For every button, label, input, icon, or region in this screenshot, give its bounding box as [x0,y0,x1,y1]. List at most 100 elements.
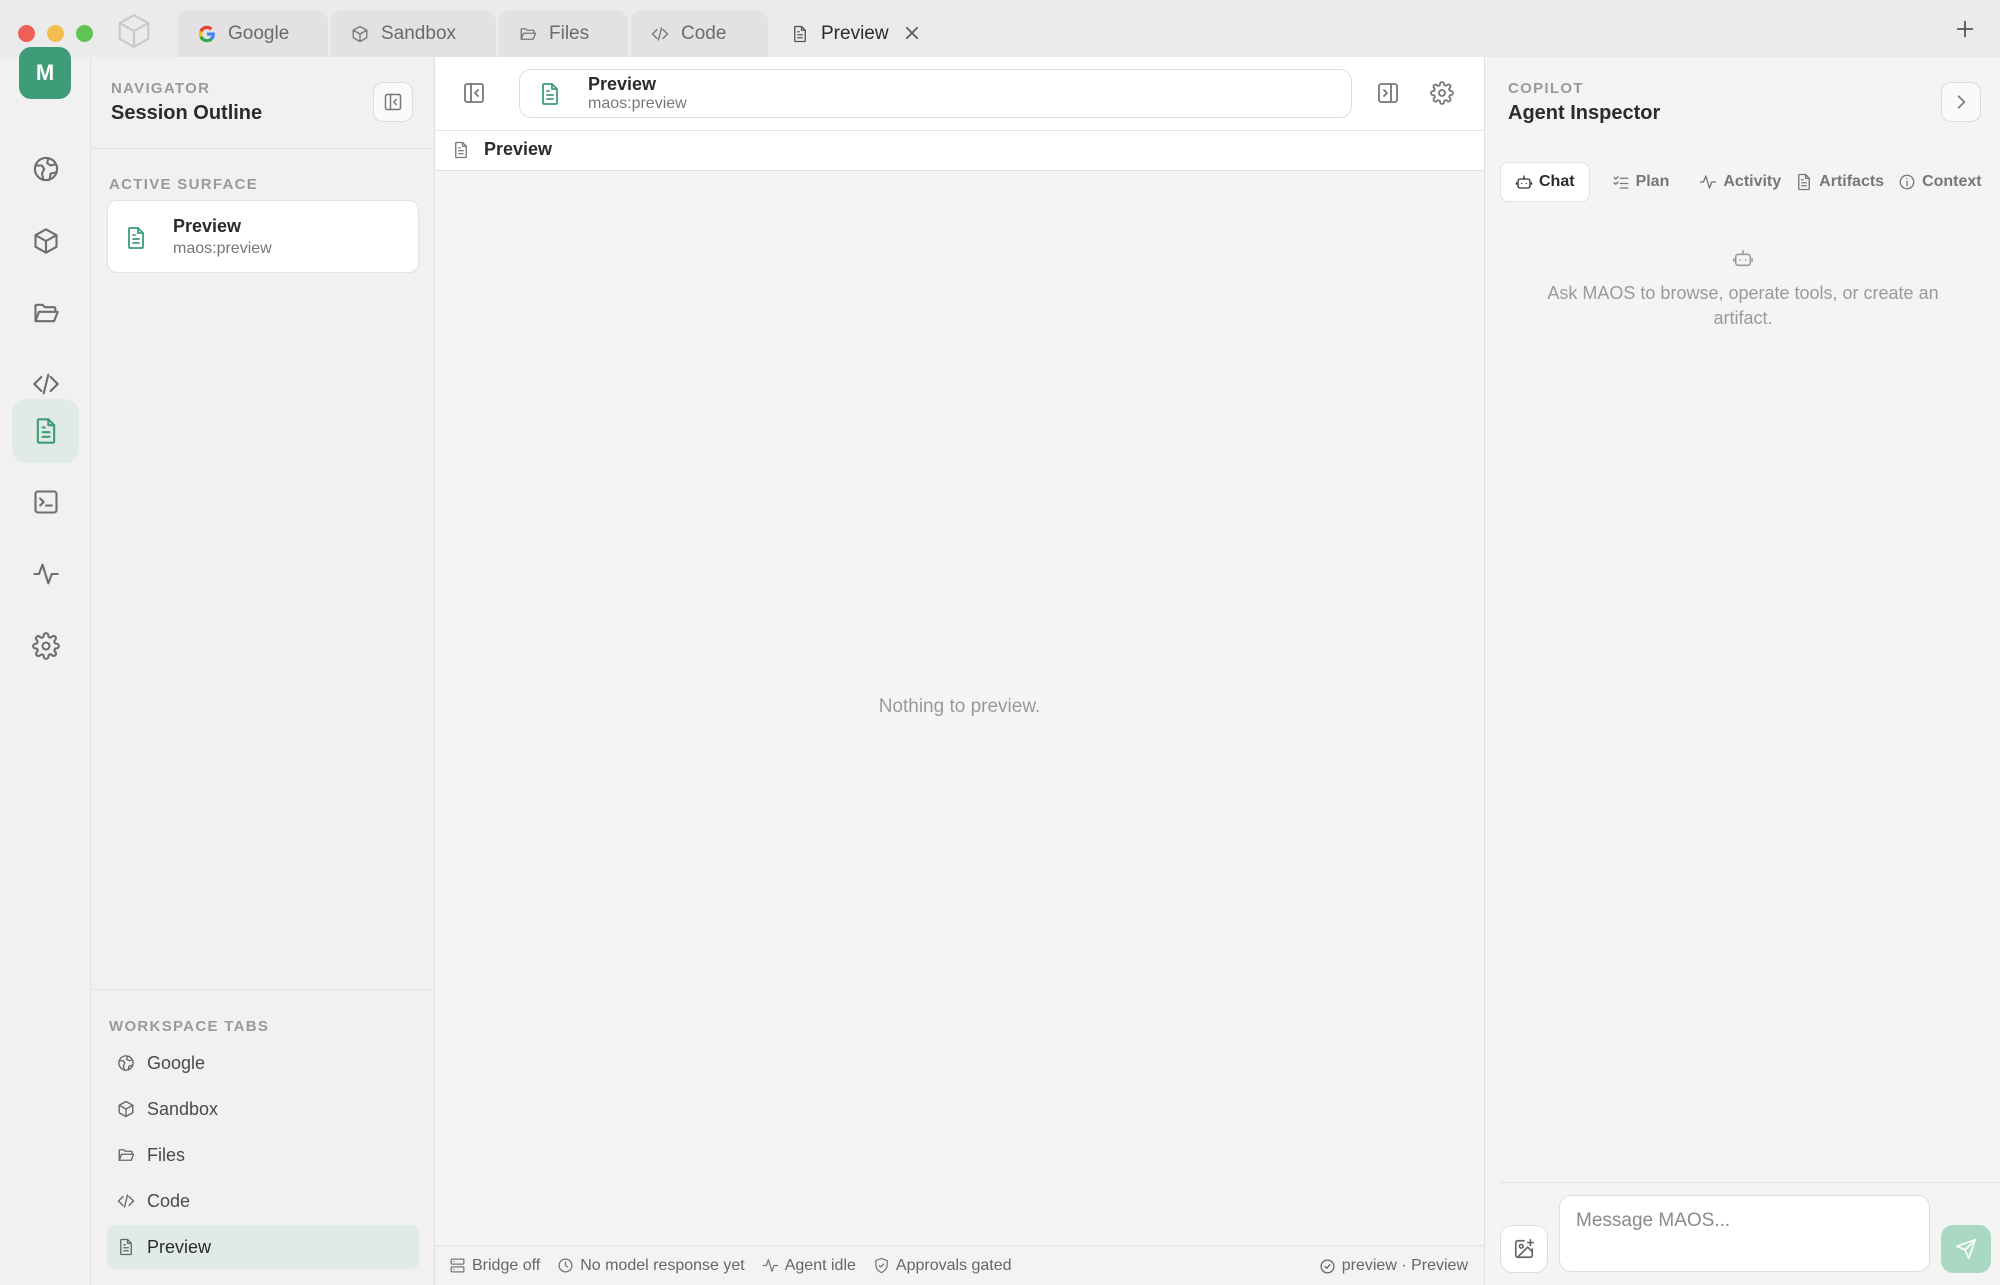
workspace-tab-label: Code [147,1190,191,1211]
close-tab-icon[interactable] [903,24,921,42]
document-icon [124,226,148,250]
tab-chat[interactable]: Chat [1500,162,1590,202]
workspace-tab-label: Sandbox [147,1098,219,1119]
window-minimize-button[interactable] [47,25,64,42]
address-url: maos:preview [588,95,687,112]
tab-artifacts[interactable]: Artifacts [1789,162,1890,202]
preview-subbar-label: Preview [484,139,553,159]
tab-files[interactable]: Files [499,10,628,57]
collapse-navigator-button[interactable] [373,82,413,122]
tab-sandbox[interactable]: Sandbox [331,10,496,57]
panel-left-icon [462,81,486,105]
tab-label: Files [549,22,590,44]
tab-label: Sandbox [381,22,457,44]
navigator-eyebrow: NAVIGATOR [111,80,211,97]
cube-icon [32,227,60,255]
activity-icon [32,560,60,588]
status-agent-label: Agent idle [784,1256,856,1274]
info-icon [1898,173,1916,191]
activity-icon [1699,173,1717,191]
document-icon [117,1238,135,1256]
workspace-tab-google[interactable]: Google [107,1041,419,1085]
server-icon [449,1257,466,1274]
window-close-button[interactable] [18,25,35,42]
navigator-title: Session Outline [111,102,263,124]
toggle-right-panel-button[interactable] [1376,81,1400,105]
title-bar: Google Sandbox Files Code Preview [0,0,2000,57]
attach-image-button[interactable] [1500,1225,1548,1273]
active-surface-title: Preview [173,216,242,236]
code-icon [32,370,60,398]
active-surface-card[interactable]: Preview maos:preview [107,200,419,273]
toggle-left-panel-button[interactable] [462,81,486,105]
status-model-label: No model response yet [580,1256,745,1274]
rail-settings-button[interactable] [12,614,79,678]
navigator-panel: NAVIGATOR Session Outline ACTIVE SURFACE… [91,57,435,1285]
document-icon [791,25,809,43]
gear-icon [31,632,60,660]
message-input[interactable] [1559,1195,1930,1272]
tab-label: Activity [1723,173,1782,190]
globe-icon [117,1054,135,1072]
tab-preview[interactable]: Preview [771,10,921,57]
check-circle-icon [1319,1258,1336,1275]
app-logo-cube-icon [115,12,153,50]
tab-label: Plan [1635,173,1670,190]
code-icon [117,1192,135,1210]
document-icon [538,82,562,106]
bot-icon [1732,247,1754,269]
surface-settings-button[interactable] [1430,81,1454,105]
workspace-tab-label: Preview [147,1236,212,1257]
image-plus-icon [1513,1238,1535,1260]
tab-plan[interactable]: Plan [1598,162,1684,202]
bot-icon [1515,173,1533,191]
app-window: M NAVIGATOR Session Outline ACTIVE SURFA… [0,47,2000,1285]
panel-left-close-icon [383,92,403,112]
window-maximize-button[interactable] [76,25,93,42]
folder-open-icon [117,1146,135,1164]
rail-activity-button[interactable] [12,542,79,606]
workspace-tab-sandbox[interactable]: Sandbox [107,1087,419,1131]
new-tab-plus-icon[interactable] [1954,18,1976,40]
workspace-tab-files[interactable]: Files [107,1133,419,1177]
avatar[interactable]: M [19,47,71,99]
globe-icon [32,155,60,183]
workspace-tab-preview[interactable]: Preview [107,1225,419,1269]
workspace-tab-code[interactable]: Code [107,1179,419,1223]
workspace-tabs-label: WORKSPACE TABS [109,1018,270,1035]
folder-open-icon [32,299,60,327]
tab-code[interactable]: Code [631,10,768,57]
tab-context[interactable]: Context [1890,162,1982,202]
copilot-panel: COPILOT Agent Inspector Chat Plan Activi… [1484,57,2000,1285]
rail-files-button[interactable] [12,281,79,345]
google-g-icon [198,25,216,43]
status-bridge: Bridge off [449,1257,540,1275]
workspace-tab-label: Google [147,1052,206,1073]
folder-open-icon [519,25,537,43]
rail-globe-button[interactable] [12,137,79,201]
rail-preview-button[interactable] [12,399,79,463]
cube-icon [351,25,369,43]
collapse-copilot-button[interactable] [1941,82,1981,122]
copilot-empty-hint: Ask MAOS to browse, operate tools, or cr… [1547,283,1939,328]
rail-terminal-button[interactable] [12,470,79,534]
send-button[interactable] [1941,1225,1991,1273]
tab-label: Google [228,22,290,44]
status-agent: Agent idle [762,1257,856,1275]
status-approvals: Approvals gated [873,1257,1012,1275]
list-check-icon [1612,173,1630,191]
status-surface: preview · Preview [1319,1246,1468,1285]
tab-activity[interactable]: Activity [1691,162,1789,202]
cube-icon [117,1100,135,1118]
main-content: Preview maos:preview Preview Nothing to … [435,57,1484,1285]
tab-label: Chat [1539,173,1575,190]
main-toolbar: Preview maos:preview [435,57,1484,130]
status-surface-label: preview · Preview [1341,1257,1468,1274]
workspace-tab-label: Files [147,1144,186,1165]
status-approvals-label: Approvals gated [895,1256,1012,1274]
divider [1500,1182,2000,1183]
rail-sandbox-button[interactable] [12,209,79,273]
activity-icon [762,1257,779,1274]
tab-google[interactable]: Google [178,10,328,57]
address-bar[interactable]: Preview maos:preview [519,69,1352,118]
